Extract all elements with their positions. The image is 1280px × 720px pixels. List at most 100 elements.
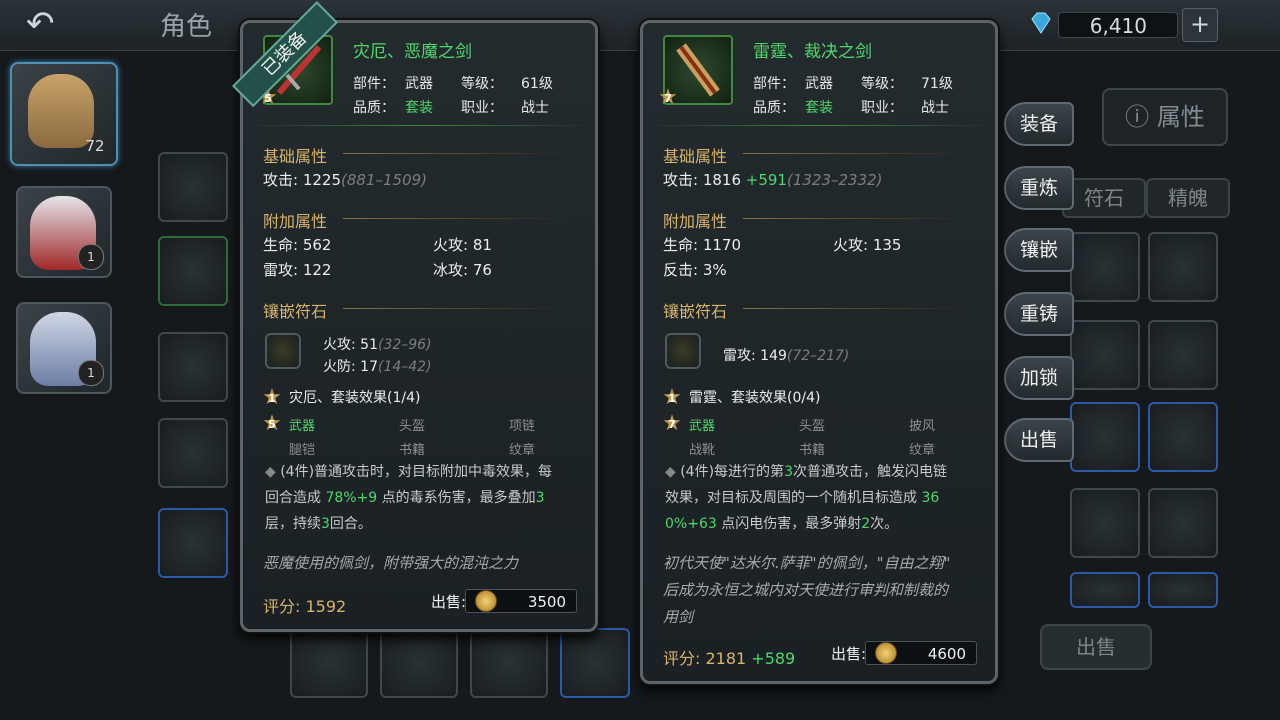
item-score: 评分: 2181 +589 <box>663 649 796 668</box>
divider <box>343 218 573 219</box>
rune-stat: 火防: 17(14–42) <box>323 359 432 375</box>
part-value: 武器 <box>405 76 433 92</box>
item-lore: 初代天使"达米尔.萨菲"的佩剑，"自由之翔" 后成为永恒之城内对天使进行审判和制… <box>663 554 951 626</box>
sell-action-button[interactable]: 出售 <box>1004 418 1074 462</box>
base-attr-title: 基础属性 <box>663 147 728 166</box>
equipment-slot-emblem[interactable] <box>380 628 458 698</box>
sell-button[interactable]: 出售 <box>1040 624 1152 670</box>
equip-button[interactable]: 装备 <box>1004 102 1074 146</box>
character-portrait-1[interactable]: 72 <box>10 62 118 166</box>
extra-stat: 生命: 562 <box>263 236 332 254</box>
divider <box>243 125 595 126</box>
gold-coin-icon <box>875 642 897 664</box>
rune-gem-icon <box>265 333 301 369</box>
set-piece: 纹章 <box>909 443 936 458</box>
equipment-slot-weapon[interactable] <box>158 236 228 306</box>
divider <box>343 153 573 154</box>
inventory-item[interactable] <box>1148 320 1218 390</box>
divider <box>343 308 573 309</box>
quality-label: 品质： <box>353 100 395 116</box>
character-level: 1 <box>78 360 104 386</box>
inventory-item[interactable] <box>1070 402 1140 472</box>
inventory-item[interactable] <box>1148 488 1218 558</box>
tab-runestone[interactable]: 符石 <box>1062 178 1146 218</box>
set-count: 1 <box>668 392 676 405</box>
set-piece: 书籍 <box>799 443 826 458</box>
divider <box>743 308 973 309</box>
quality-value: 套装 <box>405 100 433 116</box>
extra-stat: 火攻: 81 <box>433 236 492 254</box>
currency-value: 6,410 <box>1058 12 1178 38</box>
set-piece: 披风 <box>909 419 936 434</box>
lock-button[interactable]: 加锁 <box>1004 356 1074 400</box>
set-piece: 项链 <box>509 419 536 434</box>
job-label: 职业： <box>461 100 503 116</box>
inventory-item[interactable] <box>1070 320 1140 390</box>
item-star: 7 <box>664 92 672 105</box>
rune-title: 镶嵌符石 <box>663 302 728 321</box>
level-value: 61级 <box>521 76 553 92</box>
equipment-slot-ring[interactable] <box>290 628 368 698</box>
set-title: 灾厄、套装效果(1/4) <box>289 390 421 406</box>
level-label: 等级： <box>861 76 903 92</box>
gold-coin-icon <box>475 590 497 612</box>
item-name: 灾厄、恶魔之剑 <box>353 42 472 62</box>
tab-attributes[interactable]: ⓘ 属性 <box>1102 88 1228 146</box>
part-label: 部件： <box>753 76 795 92</box>
tab-character[interactable]: 角色 <box>160 6 212 43</box>
set-piece: 战靴 <box>689 443 716 458</box>
set-description: ◆ (4件)每进行的第3次普通攻击，触发闪电链 效果，对目标及周围的一个随机目标… <box>665 464 947 532</box>
divider <box>743 153 973 154</box>
inlay-button[interactable]: 镶嵌 <box>1004 228 1074 272</box>
rune-stat: 雷攻: 149(72–217) <box>723 348 850 364</box>
attack-stat: 攻击: 1225(881–1509) <box>263 171 428 189</box>
character-portrait-2[interactable]: 1 <box>16 186 112 278</box>
extra-stat: 火攻: 135 <box>833 236 902 254</box>
quality-label: 品质： <box>753 100 795 116</box>
inventory-item[interactable] <box>1070 488 1140 558</box>
compare-item-panel: ★ 7 雷霆、裁决之剑 部件： 武器 等级： 71级 品质： 套装 职业： 战士… <box>640 20 998 684</box>
set-star: 7 <box>668 418 676 431</box>
refine-button[interactable]: 重炼 <box>1004 166 1074 210</box>
rune-gem-icon <box>665 333 701 369</box>
item-lore: 恶魔使用的佩剑，附带强大的混沌之力 <box>263 554 519 572</box>
extra-stat: 生命: 1170 <box>663 236 741 254</box>
equipment-slot-necklace[interactable] <box>158 418 228 488</box>
set-description: ◆ (4件)普通攻击时，对目标附加中毒效果，每 回合造成 78%+9 点的毒系伤… <box>265 464 553 532</box>
inventory-item[interactable] <box>1070 232 1140 302</box>
set-title: 雷霆、套装效果(0/4) <box>689 390 821 406</box>
equipment-slot-glove[interactable] <box>158 508 228 578</box>
inventory-item[interactable] <box>1148 232 1218 302</box>
plus-icon[interactable]: + <box>1182 8 1218 42</box>
info-icon: ⓘ <box>1125 103 1157 131</box>
inventory-item[interactable] <box>1070 572 1140 608</box>
attack-stat: 攻击: 1816 +591(1323–2332) <box>663 171 883 189</box>
set-piece: 头盔 <box>399 419 426 434</box>
character-portrait-3[interactable]: 1 <box>16 302 112 394</box>
extra-stat: 反击: 3% <box>663 261 727 279</box>
set-piece: 纹章 <box>509 443 536 458</box>
equipment-slot-book[interactable] <box>158 152 228 222</box>
divider <box>643 125 995 126</box>
character-level: 72 <box>85 137 105 155</box>
equipment-slot-armor[interactable] <box>470 628 548 698</box>
reforge-button[interactable]: 重铸 <box>1004 292 1074 336</box>
set-piece: 武器 <box>689 419 716 434</box>
item-score: 评分: 1592 <box>263 597 347 616</box>
job-label: 职业： <box>861 100 903 116</box>
set-piece: 头盔 <box>799 419 826 434</box>
set-count: 1 <box>268 392 276 405</box>
divider <box>743 218 973 219</box>
inventory-item[interactable] <box>1148 402 1218 472</box>
back-arrow-icon[interactable]: ↶ <box>26 6 86 42</box>
sell-label: 出售: <box>831 645 867 663</box>
tab-soul[interactable]: 精魄 <box>1146 178 1230 218</box>
inventory-item[interactable] <box>1148 572 1218 608</box>
equipment-slot-helmet[interactable] <box>158 332 228 402</box>
part-label: 部件： <box>353 76 395 92</box>
extra-stat: 冰攻: 76 <box>433 261 492 279</box>
equipment-slot-boots[interactable] <box>560 628 630 698</box>
extra-attr-title: 附加属性 <box>263 212 328 231</box>
level-label: 等级： <box>461 76 503 92</box>
set-piece: 书籍 <box>399 443 426 458</box>
